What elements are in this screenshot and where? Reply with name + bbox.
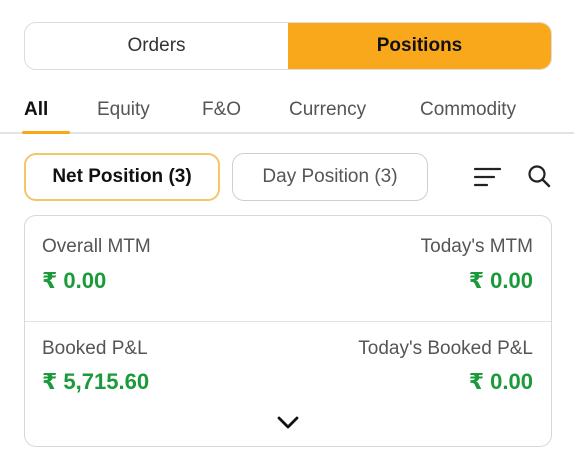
pnl-summary-card: Overall MTM ₹ 0.00 Today's MTM ₹ 0.00 Bo… xyxy=(24,215,552,447)
tab-currency[interactable]: Currency xyxy=(289,98,366,132)
category-tabs: All Equity F&O Currency Commodity xyxy=(0,94,574,134)
todays-mtm-value: ₹ 0.00 xyxy=(468,268,533,293)
positions-tab-button[interactable]: Positions xyxy=(288,23,551,69)
orders-tab-button[interactable]: Orders xyxy=(25,23,288,69)
day-position-pill[interactable]: Day Position (3) xyxy=(232,153,428,201)
todays-mtm-label: Today's MTM xyxy=(420,236,533,257)
card-divider xyxy=(25,321,551,322)
tab-equity[interactable]: Equity xyxy=(97,98,150,132)
overall-mtm-label: Overall MTM xyxy=(42,236,151,257)
booked-pl-label: Booked P&L xyxy=(42,338,148,359)
overall-mtm-value: ₹ 0.00 xyxy=(42,268,107,293)
chevron-down-icon[interactable] xyxy=(274,413,302,433)
orders-positions-toggle: Orders Positions xyxy=(24,22,552,70)
tab-all[interactable]: All xyxy=(21,98,71,134)
todays-booked-pl-value: ₹ 0.00 xyxy=(468,369,533,394)
tab-fno[interactable]: F&O xyxy=(202,98,241,132)
search-icon[interactable] xyxy=(526,163,554,191)
sort-lines-icon[interactable] xyxy=(473,163,502,191)
tab-commodity[interactable]: Commodity xyxy=(420,98,516,132)
net-position-pill[interactable]: Net Position (3) xyxy=(24,153,220,201)
booked-pl-value: ₹ 5,715.60 xyxy=(42,369,150,394)
todays-booked-pl-label: Today's Booked P&L xyxy=(358,338,533,359)
